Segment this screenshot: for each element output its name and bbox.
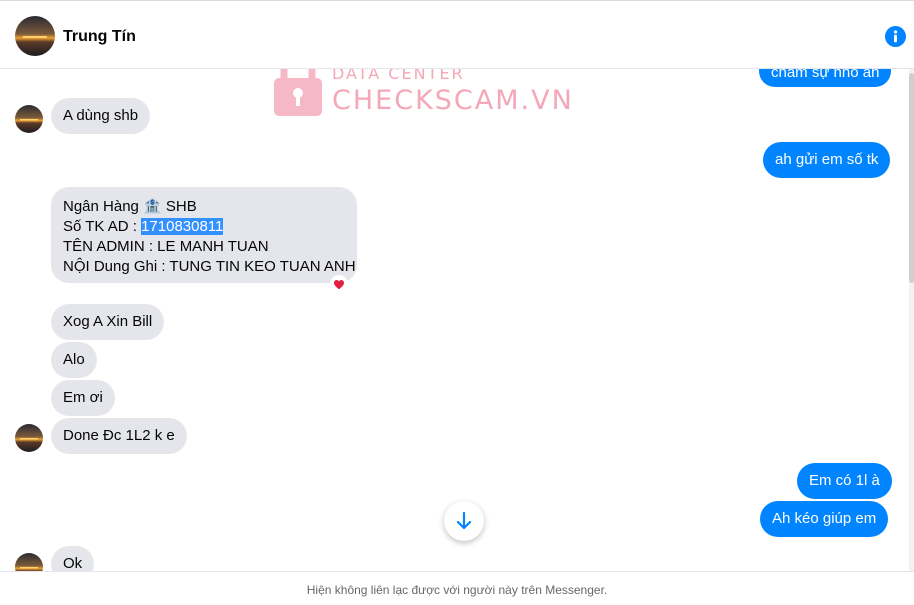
message-thread[interactable]: chăm sự nho ah A dùng shb ah gửi em số t… (0, 69, 914, 571)
message-incoming: Em ơi (51, 380, 115, 416)
message-outgoing: Em có 1l à (797, 463, 892, 499)
message-incoming: A dùng shb (51, 98, 151, 134)
info-icon[interactable] (885, 26, 906, 47)
message-incoming: Alo (51, 342, 97, 378)
heart-icon[interactable] (330, 275, 348, 293)
message-outgoing: ah gửi em số tk (763, 142, 891, 178)
arrow-down-icon (456, 512, 472, 530)
account-holder-line: TÊN ADMIN : LE MANH TUAN (63, 238, 269, 255)
checkscam-watermark: DATA CENTER CHECKSCAM.VN (272, 69, 572, 119)
message-incoming: Done Đc 1L2 k e (51, 418, 187, 454)
message-incoming: Xog A Xin Bill (51, 304, 165, 340)
contact-name[interactable]: Trung Tín (63, 28, 136, 46)
message-outgoing: Ah kéo giúp em (760, 501, 889, 537)
scrollbar-thumb[interactable] (909, 73, 914, 283)
messenger-window: Trung Tín chăm sự nho ah A dùng shb ah g… (0, 0, 914, 605)
contact-avatar-small[interactable] (15, 553, 43, 571)
footer-notice-text: Hiện không liên lạc được với người này t… (306, 583, 608, 597)
transfer-note-line: NỘI Dung Ghi : TUNG TIN KEO TUAN ANH (63, 258, 356, 275)
conversation-header: Trung Tín (0, 1, 914, 69)
bank-details-message: Ngân Hàng 🏦 SHB Số TK AD : 1710830811 TÊ… (51, 187, 357, 283)
contact-avatar-small[interactable] (15, 105, 43, 133)
message-incoming: Ok (51, 546, 95, 571)
lock-icon (274, 69, 322, 116)
scroll-to-bottom-button[interactable] (444, 501, 484, 541)
account-label: Số TK AD : (63, 218, 142, 235)
watermark-top-text: DATA CENTER (332, 69, 465, 83)
account-number-selected[interactable]: 1710830811 (141, 218, 224, 235)
bank-name-line: Ngân Hàng 🏦 SHB (63, 198, 197, 215)
contact-avatar[interactable] (15, 16, 55, 56)
account-number-line: Số TK AD : 1710830811 (63, 217, 345, 237)
message-outgoing: chăm sự nho ah (759, 69, 892, 87)
watermark-main-text: CHECKSCAM.VN (332, 85, 574, 116)
contact-avatar-small[interactable] (15, 424, 43, 452)
composer-disabled-notice: Hiện không liên lạc được với người này t… (0, 571, 914, 605)
